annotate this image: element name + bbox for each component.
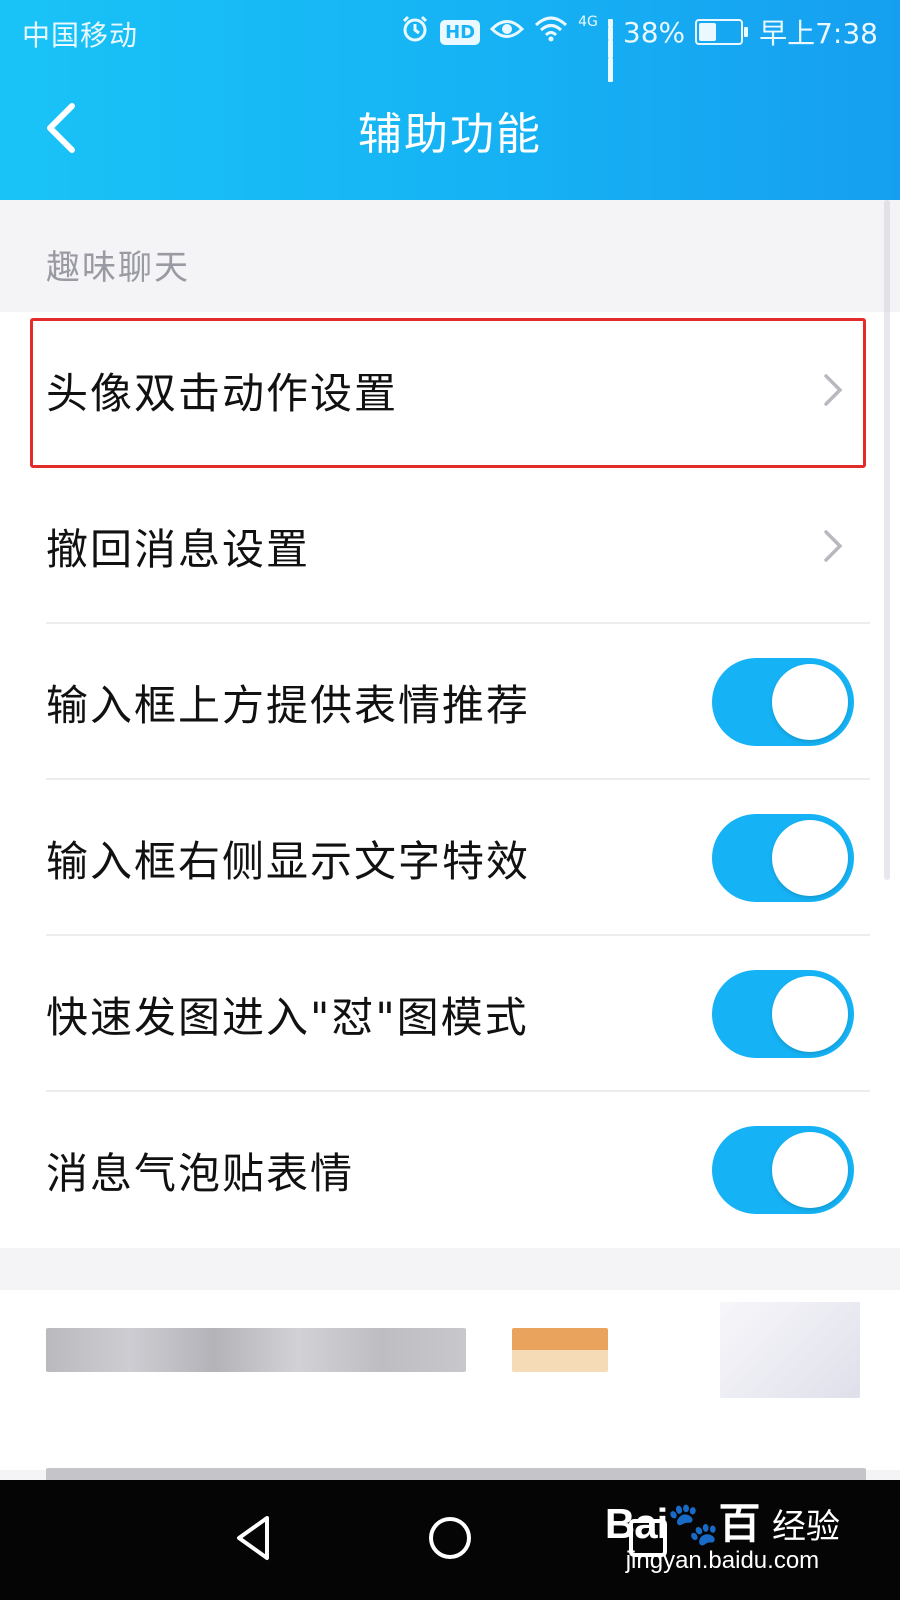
baidu-logo: Bai🐾百 [604,1500,761,1547]
chevron-right-icon [824,530,843,562]
blurred-badge [512,1328,608,1372]
blurred-text [46,1328,466,1372]
chevron-right-icon [824,374,843,406]
setting-row-bubble-sticker: 消息气泡贴表情 [0,1092,900,1248]
alarm-icon [400,14,430,51]
quick-image-toggle[interactable] [712,970,854,1058]
bubble-sticker-toggle[interactable] [712,1126,854,1214]
setting-label: 快速发图进入"怼"图模式 [46,992,529,1042]
toggle-knob [772,976,848,1052]
text-effects-toggle[interactable] [712,814,854,902]
home-circle-icon [429,1517,471,1559]
wifi-icon [534,15,568,50]
status-bar: 中国移动 HD 4G 38% 早上7:38 [0,0,900,82]
paw-icon: 🐾 [667,1500,719,1547]
setting-row-emoji-recommend: 输入框上方提供表情推荐 [0,624,900,780]
battery-percent: 38% [622,15,686,49]
toggle-knob [772,1132,848,1208]
setting-row-recall-message[interactable]: 撤回消息设置 [0,468,900,624]
setting-row-text-effects: 输入框右侧显示文字特效 [0,780,900,936]
clock: 早上7:38 [759,17,878,50]
watermark-url: jingyan.baidu.com [625,1547,820,1574]
setting-label: 输入框上方提供表情推荐 [46,680,531,730]
emoji-recommend-toggle[interactable] [712,658,854,746]
nav-back-button[interactable] [225,1508,285,1568]
hd-badge: HD [440,19,481,45]
setting-row-avatar-double-click[interactable]: 头像双击动作设置 [0,312,900,468]
battery-icon [695,19,749,45]
setting-label: 消息气泡贴表情 [46,1148,355,1198]
carrier-label: 中国移动 [22,19,139,52]
settings-list: 头像双击动作设置 撤回消息设置 输入框上方提供表情推荐 输入框右侧显示文字特效 … [0,312,900,1248]
toggle-knob [772,820,848,896]
back-triangle-icon [237,1516,269,1560]
baidu-watermark: Bai🐾百 经验 jingyan.baidu.com [605,1490,840,1575]
app-header: 中国移动 HD 4G 38% 早上7:38 辅助功能 [0,0,900,200]
scrollbar[interactable] [884,200,890,880]
signal-icon [607,19,613,82]
status-icons: HD 4G 38% 早上7:38 [400,12,878,82]
setting-label: 撤回消息设置 [46,524,311,574]
setting-row-quick-image: 快速发图进入"怼"图模式 [0,936,900,1092]
network-type: 4G [578,14,598,30]
page-title: 辅助功能 [358,109,542,160]
setting-label: 头像双击动作设置 [46,368,399,418]
setting-label: 输入框右侧显示文字特效 [46,836,531,886]
blurred-avatar [720,1302,860,1398]
section-label: 趣味聊天 [46,248,190,288]
blurred-row [0,1290,900,1470]
nav-home-button[interactable] [420,1508,480,1568]
watermark-text: 经验 [772,1508,840,1546]
toggle-knob [772,664,848,740]
eye-icon [489,16,525,49]
